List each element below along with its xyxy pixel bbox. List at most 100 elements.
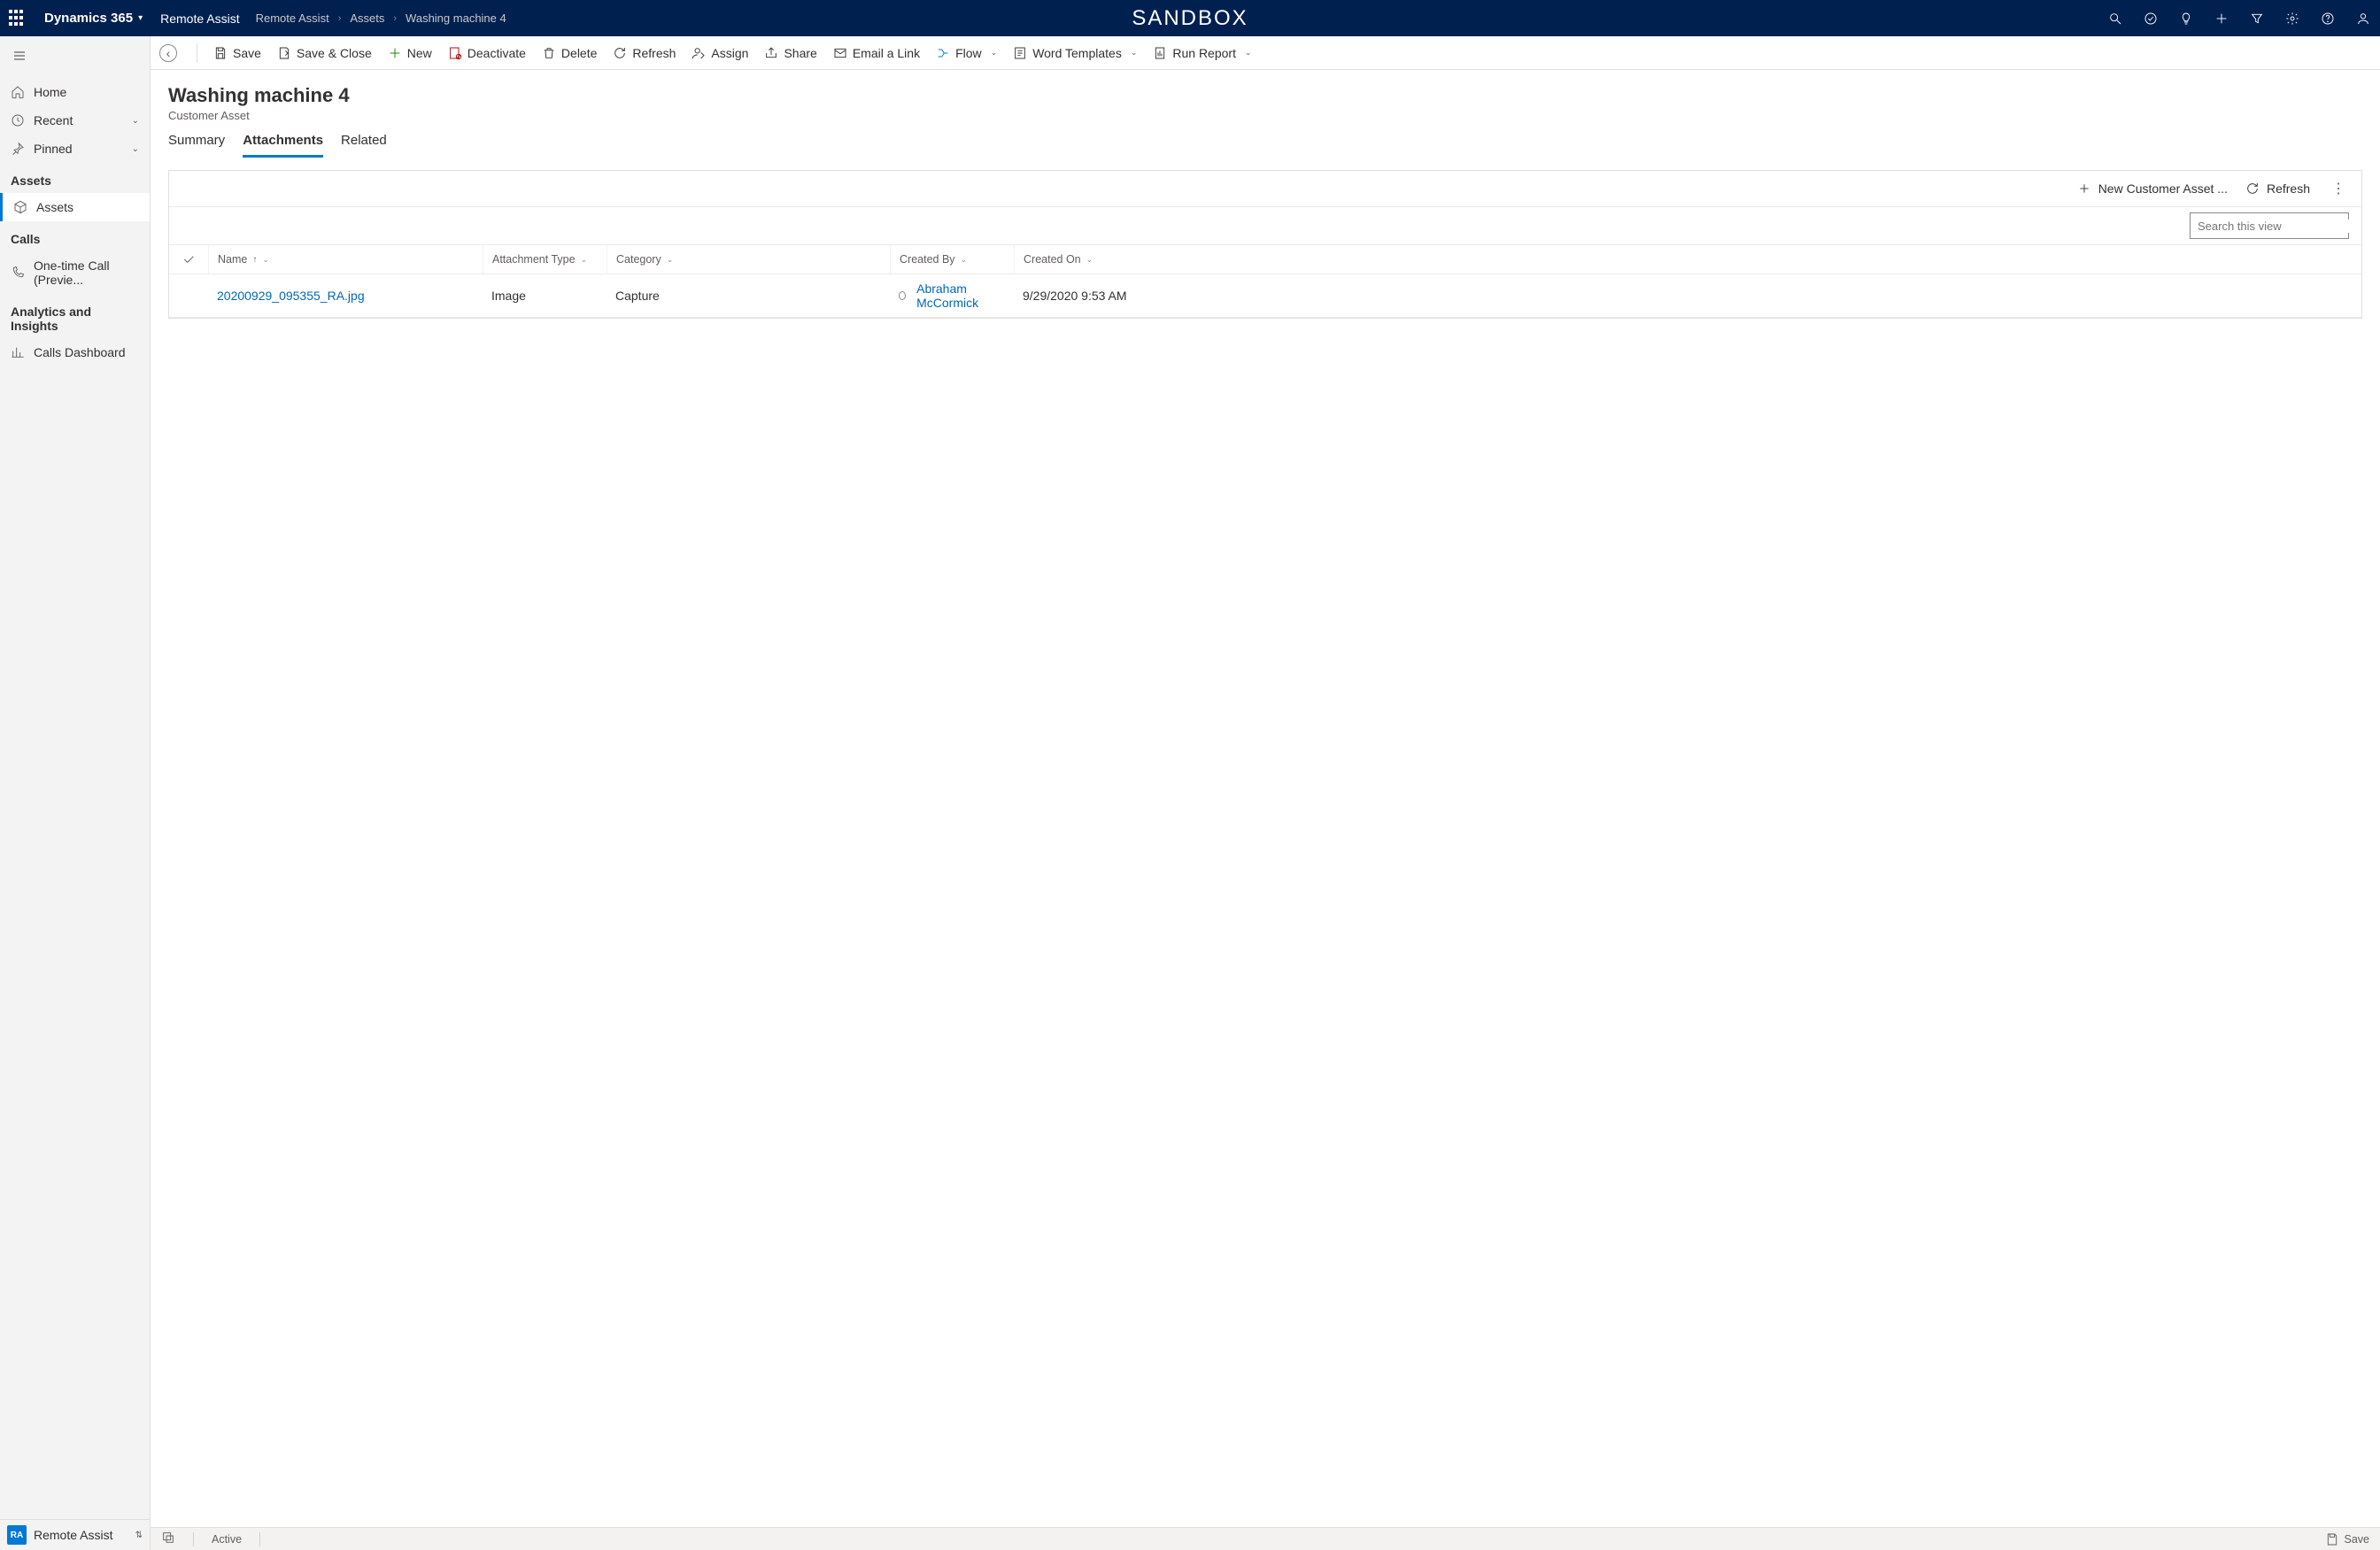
- nav-label: Assets: [36, 200, 73, 214]
- assign-icon: [692, 46, 706, 60]
- task-icon[interactable]: [2143, 11, 2159, 27]
- home-icon: [11, 85, 25, 99]
- chevron-down-icon[interactable]: ⌄: [1245, 48, 1252, 58]
- plus-icon[interactable]: [2214, 11, 2229, 27]
- col-label: Name: [218, 253, 247, 266]
- plus-icon: [388, 46, 402, 60]
- brand-chevron-icon[interactable]: ▾: [138, 13, 143, 23]
- nav-one-time-call[interactable]: One-time Call (Previe...: [0, 251, 150, 294]
- save-close-button[interactable]: Save & Close: [277, 46, 372, 60]
- popout-icon[interactable]: [161, 1531, 175, 1547]
- select-all-checkbox[interactable]: [169, 245, 208, 274]
- nav-home[interactable]: Home: [0, 78, 150, 106]
- cmd-label: Flow: [955, 46, 982, 60]
- cmd-label: Deactivate: [468, 46, 526, 60]
- col-header-name[interactable]: Name ↑ ⌄: [208, 245, 483, 274]
- row-checkbox[interactable]: [169, 274, 208, 317]
- chevron-down-icon[interactable]: ⌄: [991, 48, 998, 58]
- save-button[interactable]: Save: [213, 46, 261, 60]
- deactivate-icon: [448, 46, 462, 60]
- more-icon[interactable]: ⋮: [2328, 180, 2349, 197]
- assign-button[interactable]: Assign: [692, 46, 748, 60]
- help-icon[interactable]: [2320, 11, 2336, 27]
- chevron-right-icon: ›: [338, 13, 342, 24]
- sort-asc-icon: ↑: [252, 255, 257, 265]
- cmd-label: Run Report: [1172, 46, 1236, 60]
- breadcrumb-item[interactable]: Assets: [350, 12, 384, 25]
- cmd-label: Refresh: [632, 46, 676, 60]
- search-icon[interactable]: [2107, 11, 2123, 27]
- chevron-down-icon[interactable]: ⌄: [1086, 255, 1093, 265]
- cmd-label: Save: [233, 46, 261, 60]
- nav-footer[interactable]: RA Remote Assist ⇅: [0, 1519, 150, 1550]
- hamburger-icon[interactable]: [0, 36, 150, 78]
- refresh-button[interactable]: Refresh: [613, 46, 676, 60]
- tab-related[interactable]: Related: [341, 133, 387, 158]
- cmd-label: Share: [784, 46, 816, 60]
- search-input-container[interactable]: [2190, 212, 2349, 239]
- lightbulb-icon[interactable]: [2178, 11, 2194, 27]
- chevron-down-icon[interactable]: ⌄: [961, 255, 968, 265]
- chevron-down-icon[interactable]: ⌄: [262, 255, 269, 265]
- col-header-category[interactable]: Category ⌄: [607, 245, 890, 274]
- chevron-down-icon[interactable]: ⌄: [667, 255, 674, 265]
- separator: [259, 1532, 260, 1546]
- record-subtitle: Customer Asset: [168, 109, 2362, 122]
- tab-summary[interactable]: Summary: [168, 133, 225, 158]
- email-link-button[interactable]: Email a Link: [833, 46, 920, 60]
- nav-label: Home: [34, 85, 66, 99]
- chevron-down-icon[interactable]: ⌄: [132, 144, 139, 154]
- table-row[interactable]: 20200929_095355_RA.jpg Image Capture Abr…: [169, 274, 2361, 318]
- presence-icon: [899, 291, 906, 300]
- go-back-button[interactable]: ‹: [159, 44, 177, 62]
- app-launcher-icon[interactable]: [9, 10, 27, 27]
- flow-button[interactable]: Flow ⌄: [936, 46, 997, 60]
- topbar-app-name[interactable]: Remote Assist: [160, 12, 239, 26]
- panel-btn-label: New Customer Asset ...: [2098, 181, 2228, 196]
- breadcrumb: Remote Assist › Assets › Washing machine…: [256, 12, 506, 25]
- created-by-link[interactable]: Abraham McCormick: [916, 281, 1005, 310]
- new-button[interactable]: New: [388, 46, 432, 60]
- col-header-created-by[interactable]: Created By ⌄: [890, 245, 1014, 274]
- nav-assets[interactable]: Assets: [0, 193, 150, 221]
- nav-group-calls: Calls: [0, 221, 150, 251]
- nav-label: One-time Call (Previe...: [34, 258, 139, 287]
- user-icon[interactable]: [2355, 11, 2371, 27]
- nav-label: Pinned: [34, 142, 73, 156]
- cmd-label: Word Templates: [1032, 46, 1122, 60]
- nav-pinned[interactable]: Pinned ⌄: [0, 135, 150, 163]
- word-templates-button[interactable]: Word Templates ⌄: [1013, 46, 1137, 60]
- updown-icon[interactable]: ⇅: [135, 1531, 143, 1540]
- filter-icon[interactable]: [2249, 11, 2265, 27]
- breadcrumb-item[interactable]: Washing machine 4: [406, 12, 506, 25]
- deactivate-button[interactable]: Deactivate: [448, 46, 526, 60]
- share-icon: [764, 46, 778, 60]
- nav-label: Calls Dashboard: [34, 345, 126, 359]
- settings-icon[interactable]: [2284, 11, 2300, 27]
- run-report-button[interactable]: Run Report ⌄: [1153, 46, 1251, 60]
- word-icon: [1013, 46, 1027, 60]
- sandbox-label: SANDBOX: [1132, 6, 1248, 31]
- attachment-name-link[interactable]: 20200929_095355_RA.jpg: [217, 289, 365, 303]
- breadcrumb-item[interactable]: Remote Assist: [256, 12, 329, 25]
- chart-icon: [11, 345, 25, 359]
- nav-recent[interactable]: Recent ⌄: [0, 106, 150, 135]
- col-label: Attachment Type: [492, 253, 576, 266]
- nav-calls-dashboard[interactable]: Calls Dashboard: [0, 338, 150, 366]
- chevron-down-icon[interactable]: ⌄: [1131, 48, 1138, 58]
- panel-btn-label: Refresh: [2267, 181, 2310, 196]
- save-icon: [213, 46, 228, 60]
- delete-button[interactable]: Delete: [542, 46, 597, 60]
- search-input[interactable]: [2198, 220, 2353, 233]
- col-header-attachment-type[interactable]: Attachment Type ⌄: [483, 245, 607, 274]
- share-button[interactable]: Share: [764, 46, 816, 60]
- col-label: Created On: [1024, 253, 1081, 266]
- status-save-button[interactable]: Save: [2325, 1532, 2370, 1546]
- cmd-label: Assign: [711, 46, 748, 60]
- panel-refresh-button[interactable]: Refresh: [2245, 181, 2310, 196]
- col-header-created-on[interactable]: Created On ⌄: [1014, 245, 1155, 274]
- chevron-down-icon[interactable]: ⌄: [581, 255, 588, 265]
- tab-attachments[interactable]: Attachments: [243, 133, 323, 158]
- new-attachment-button[interactable]: New Customer Asset ...: [2077, 181, 2228, 196]
- chevron-down-icon[interactable]: ⌄: [132, 116, 139, 126]
